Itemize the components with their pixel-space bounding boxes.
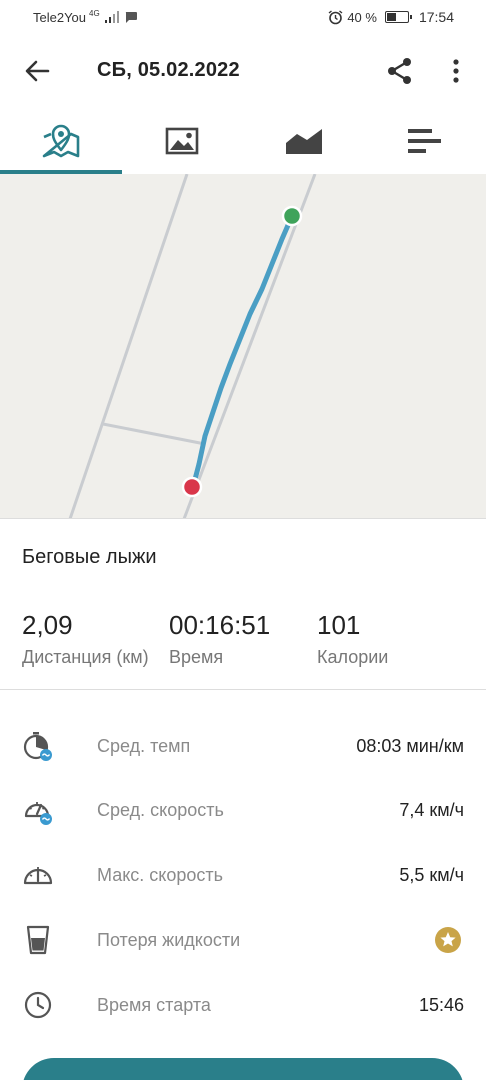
end-marker[interactable] xyxy=(181,476,203,498)
avg-speed-icon xyxy=(24,802,52,825)
route-line xyxy=(190,213,295,490)
distance-value: 2,09 xyxy=(22,610,73,640)
stat-duration: 00:16:51 Время xyxy=(169,610,270,668)
route-map[interactable] xyxy=(0,174,486,519)
clock-icon xyxy=(24,991,52,1019)
max-speed-icon xyxy=(23,867,53,885)
metric-label: Сред. скорость xyxy=(97,800,224,820)
bottom-action-button[interactable] xyxy=(22,1058,464,1080)
metric-value: 15:46 xyxy=(418,995,464,1015)
section-divider xyxy=(0,689,486,690)
battery-icon xyxy=(384,11,412,23)
app-bar: СБ, 05.02.2022 xyxy=(0,34,486,108)
stat-distance: 2,09 Дистанция (км) xyxy=(22,610,149,668)
tab-bar xyxy=(0,108,486,174)
status-bar: Tele2You 4G 40 % 17:54 xyxy=(0,0,486,34)
arrow-back-icon[interactable] xyxy=(22,56,52,86)
metric-start-time: Время старта 15:46 xyxy=(0,985,486,1025)
message-icon xyxy=(125,12,137,23)
page-title: СБ, 05.02.2022 xyxy=(97,59,240,81)
map-canvas xyxy=(68,174,317,518)
summary-stats: 2,09 Дистанция (км) 00:16:51 Время 101 К… xyxy=(0,610,486,670)
duration-label: Время xyxy=(169,647,224,667)
map-road xyxy=(102,422,206,446)
duration-value: 00:16:51 xyxy=(169,610,271,640)
map-road xyxy=(68,174,189,518)
tab-details[interactable] xyxy=(365,108,486,174)
metric-avg-pace: Сред. темп 08:03 мин/км xyxy=(0,726,486,766)
tab-map[interactable] xyxy=(0,108,122,174)
chart-icon xyxy=(285,126,323,154)
carrier-name: Tele2You xyxy=(33,9,87,25)
alarm-icon xyxy=(328,9,343,24)
metric-max-speed: Макс. скорость 5,5 км/ч xyxy=(0,855,486,895)
battery-percent: 40 % xyxy=(347,9,377,25)
metric-value: 5,5 км/ч xyxy=(399,865,464,885)
more-vertical-icon[interactable] xyxy=(444,56,468,86)
share-icon[interactable] xyxy=(385,56,415,86)
metric-fluid-loss: Потеря жидкости xyxy=(0,920,486,960)
start-marker[interactable] xyxy=(281,205,303,227)
metric-value: 7,4 км/ч xyxy=(399,800,464,820)
image-icon xyxy=(165,127,199,155)
metric-label: Сред. темп xyxy=(97,736,191,756)
stat-calories: 101 Калории xyxy=(317,610,388,668)
star-badge-icon[interactable] xyxy=(434,926,462,954)
signal-icon xyxy=(104,11,119,23)
metric-label: Время старта xyxy=(97,995,211,1015)
details-icon xyxy=(408,129,442,153)
network-type: 4G xyxy=(89,8,100,18)
tab-photos[interactable] xyxy=(122,108,244,174)
calories-label: Калории xyxy=(317,647,389,667)
tab-charts[interactable] xyxy=(243,108,365,174)
metric-value: 08:03 мин/км xyxy=(356,736,464,756)
metric-label: Макс. скорость xyxy=(97,865,224,885)
map-road xyxy=(182,174,317,518)
map-icon xyxy=(42,124,80,158)
glass-icon xyxy=(26,925,50,955)
clock-time: 17:54 xyxy=(418,9,454,25)
activity-type: Беговые лыжи xyxy=(22,546,157,568)
calories-value: 101 xyxy=(317,610,361,640)
metric-label: Потеря жидкости xyxy=(97,930,241,950)
distance-label: Дистанция (км) xyxy=(22,647,149,667)
metric-avg-speed: Сред. скорость 7,4 км/ч xyxy=(0,790,486,830)
pace-icon xyxy=(23,732,52,761)
